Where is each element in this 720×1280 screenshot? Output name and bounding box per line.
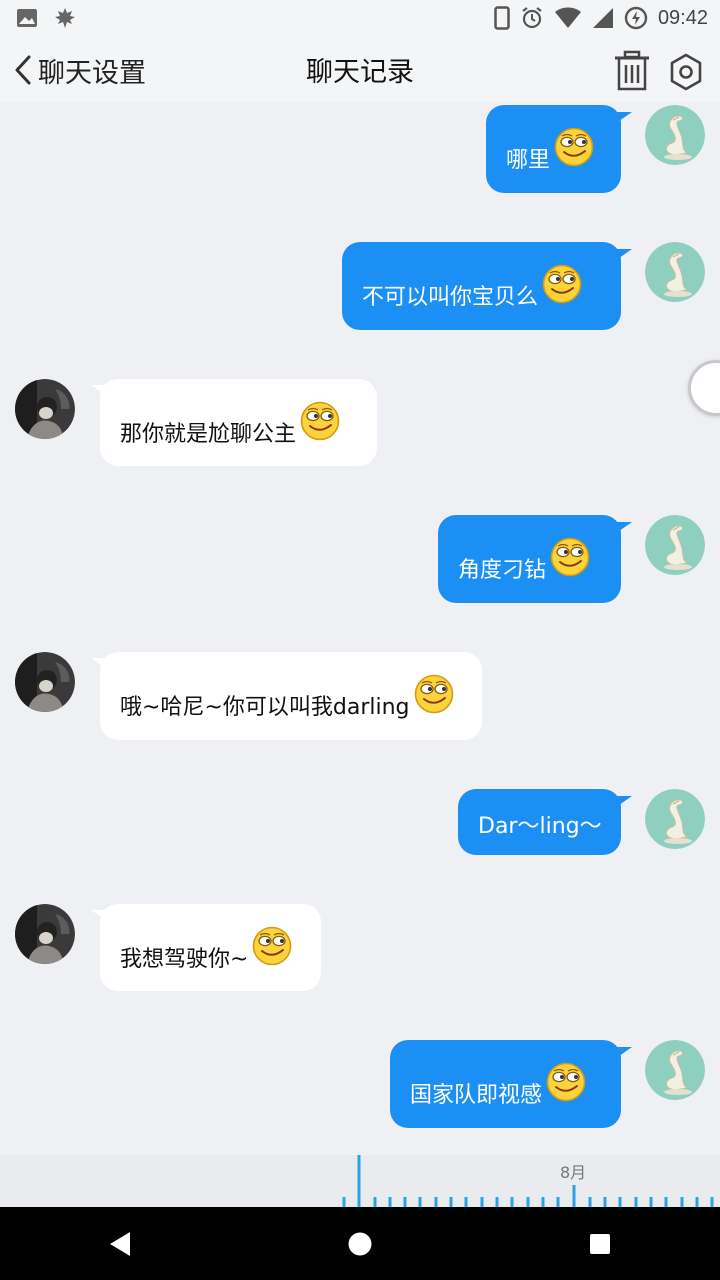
status-bar: 09:42 [0, 0, 720, 36]
message-bubble[interactable]: 哦~哈尼~你可以叫我darling [100, 652, 482, 740]
battery-charging-icon [624, 6, 648, 30]
smirk-emoji-icon [546, 1062, 586, 1102]
system-navigation-bar [0, 1207, 720, 1280]
settings-icon [670, 53, 702, 91]
message-text: 哦~哈尼~你可以叫我darling [120, 695, 410, 720]
message-bubble[interactable]: 国家队即视感 [390, 1040, 621, 1128]
my-avatar[interactable] [645, 789, 705, 849]
contact-avatar[interactable] [15, 904, 75, 964]
my-avatar[interactable] [645, 515, 705, 575]
back-button-label: 聊天设置 [38, 57, 146, 89]
message-bubble[interactable]: 角度刁钻 [438, 515, 621, 603]
wifi-icon [554, 7, 581, 28]
timeline-scrubber[interactable]: 8月 [0, 1155, 720, 1207]
trash-icon [615, 50, 649, 91]
message-text: 国家队即视感 [410, 1083, 543, 1108]
message-bubble[interactable]: 那你就是尬聊公主 [100, 379, 377, 466]
delete-button[interactable] [612, 50, 652, 92]
contact-avatar[interactable] [15, 652, 75, 712]
bubble-tail [612, 249, 632, 263]
message-text: 那你就是尬聊公主 [120, 421, 297, 447]
message-bubble[interactable]: 不可以叫你宝贝么 [342, 242, 621, 330]
message-bubble[interactable]: 哪里 [486, 105, 621, 193]
chevron-left-icon [15, 55, 31, 85]
nav-bar: 聊天设置 聊天记录 [0, 36, 720, 102]
signal-icon [592, 8, 613, 28]
my-avatar[interactable] [645, 1040, 705, 1100]
my-avatar[interactable] [645, 105, 705, 165]
back-triangle-icon[interactable] [108, 1230, 132, 1258]
alarm-icon [522, 7, 542, 29]
message-text: Dar～ling～ [478, 814, 602, 839]
smirk-emoji-icon [252, 926, 292, 966]
message-text: 我想驾驶你~ [120, 946, 249, 972]
phone-icon [494, 6, 510, 30]
bubble-tail [612, 522, 632, 536]
status-time: 09:42 [657, 6, 708, 29]
home-circle-icon[interactable] [347, 1231, 373, 1257]
page-title: 聊天记录 [306, 57, 414, 88]
message-text: 角度刁钻 [458, 558, 547, 583]
message-text: 哪里 [506, 148, 551, 173]
bubble-tail [612, 112, 632, 126]
leaf-icon [55, 8, 75, 28]
back-button[interactable]: 聊天设置 [12, 50, 146, 90]
smirk-emoji-icon [542, 264, 582, 304]
message-text: 不可以叫你宝贝么 [362, 285, 539, 310]
settings-button[interactable] [666, 52, 706, 92]
floating-assistive-button[interactable] [688, 360, 720, 416]
recents-square-icon[interactable] [588, 1232, 612, 1256]
my-avatar[interactable] [645, 242, 705, 302]
smirk-emoji-icon [414, 674, 454, 714]
smirk-emoji-icon [300, 401, 340, 441]
timeline-ticks [342, 1155, 714, 1207]
bubble-tail [612, 1047, 632, 1061]
message-bubble[interactable]: Dar～ling～ [458, 789, 621, 855]
image-icon [17, 9, 37, 27]
bubble-tail [612, 796, 632, 810]
contact-avatar[interactable] [15, 379, 75, 439]
message-bubble[interactable]: 我想驾驶你~ [100, 904, 321, 991]
smirk-emoji-icon [554, 127, 594, 167]
smirk-emoji-icon [550, 537, 590, 577]
